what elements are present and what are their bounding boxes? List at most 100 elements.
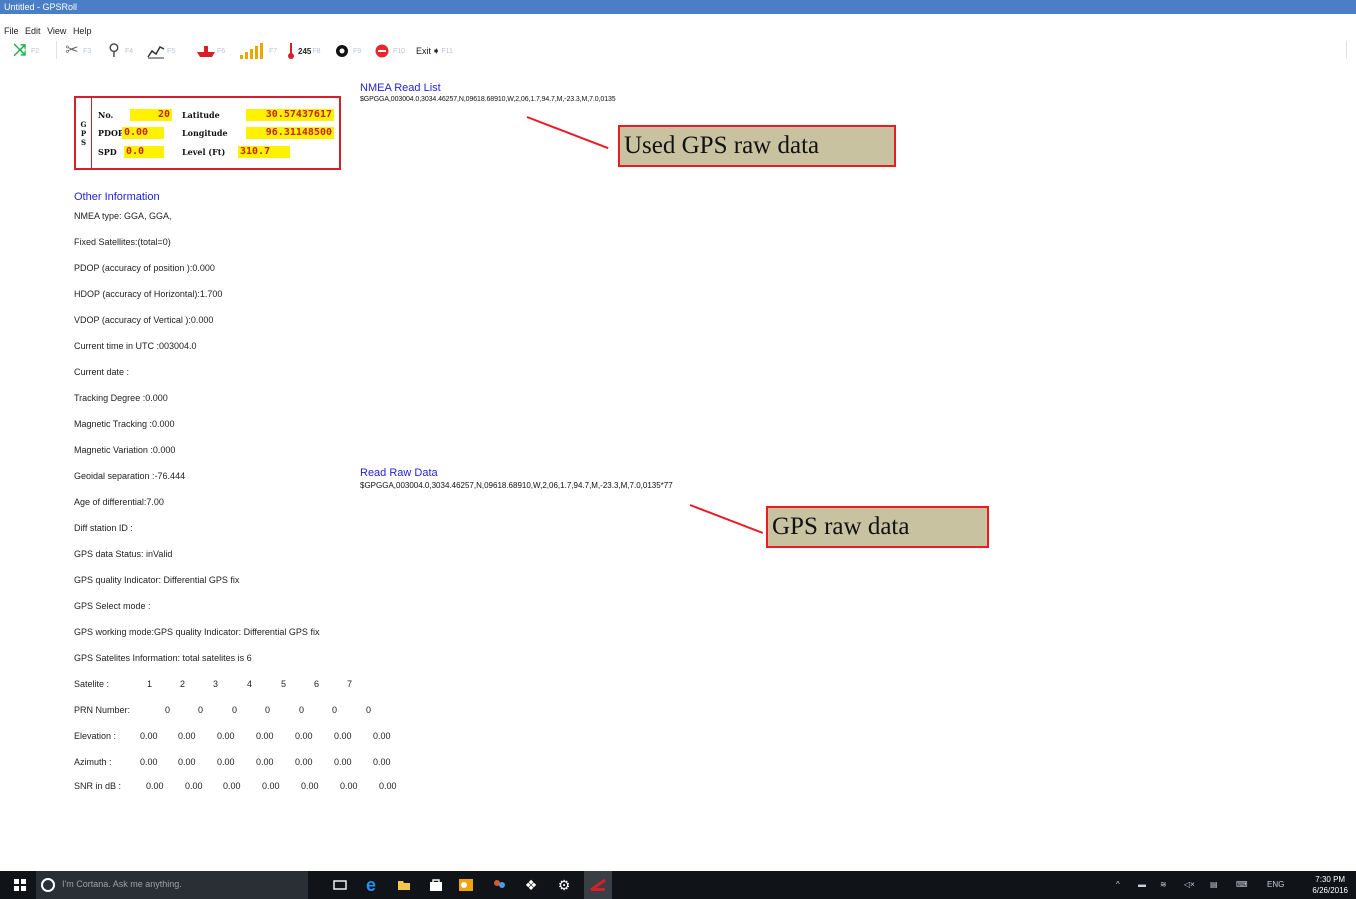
longitude-label: Longitude (182, 128, 228, 138)
signal-button[interactable]: F7 (238, 41, 277, 61)
prn-cell: 0 (232, 705, 238, 715)
snr-cell: 0.00 (185, 781, 203, 791)
chevron-up-icon[interactable]: ^ (1116, 880, 1120, 889)
temperature-value: 245 (298, 46, 312, 56)
keyboard-icon[interactable]: ⌨ (1236, 880, 1248, 889)
window-title-bar[interactable]: Untitled - GPSRoll (0, 0, 1356, 14)
gpsroll-app-icon[interactable] (584, 871, 612, 899)
cortana-search-box[interactable]: I'm Cortana. Ask me anything. (36, 871, 308, 899)
info-line: GPS working mode:GPS quality Indicator: … (74, 627, 320, 637)
volume-icon[interactable]: ◁× (1184, 880, 1195, 889)
settings-gear-icon[interactable]: ⚙ (555, 876, 573, 894)
other-information-title: Other Information (74, 191, 160, 203)
settings-button[interactable]: ✂ F3 (62, 41, 91, 61)
level-label: Level (Ft) (182, 147, 226, 157)
exit-label: Exit (416, 46, 432, 56)
read-raw-data-title: Read Raw Data (360, 467, 438, 479)
azimuth-cell: 0.00 (295, 757, 313, 767)
search-button[interactable]: ⚲ F4 (104, 41, 133, 61)
info-line: GPS Select mode : (74, 601, 151, 611)
azimuth-cell: 0.00 (217, 757, 235, 767)
level-button[interactable]: F6 (196, 41, 225, 61)
ship-icon (196, 41, 216, 61)
gps-panel: G P S No. 20 Latitude 30.57437617 PDOP 0… (74, 96, 341, 170)
info-line: Current time in UTC :003004.0 (74, 341, 197, 351)
info-line: Magnetic Variation :0.000 (74, 445, 176, 455)
nmea-read-list-text: $GPGGA,003004.0,3034.46257,N,09618.68910… (360, 96, 616, 103)
temperature-button[interactable]: 245 F8 (286, 41, 321, 61)
file-explorer-icon[interactable] (395, 876, 413, 894)
network-icon[interactable]: ≋ (1160, 880, 1167, 889)
satelite-cell: 6 (314, 679, 320, 689)
info-line: GPS Satelites Information: total satelit… (74, 653, 252, 663)
shuffle-icon: ⤨ (13, 42, 27, 59)
tools-icon: ✂ (65, 42, 79, 59)
snr-cell: 0.00 (146, 781, 164, 791)
satelite-cell: 5 (281, 679, 287, 689)
snr-cell: 0.00 (340, 781, 358, 791)
magnifier-icon: ⚲ (108, 42, 120, 59)
no-value: 20 (130, 109, 172, 121)
connect-button[interactable]: ⤨ F2 (10, 41, 40, 61)
exit-button[interactable]: Exit ➧ F11 (416, 41, 453, 61)
windows-start-icon[interactable] (14, 879, 26, 891)
clock-time: 7:30 PM (1315, 875, 1346, 884)
line-chart-icon (146, 41, 166, 61)
read-raw-data-text: $GPGGA,003004.0,3034.46257,N,09618.68910… (360, 481, 673, 490)
language-indicator[interactable]: ENG (1267, 880, 1284, 889)
annotation-pointer-line (526, 116, 609, 150)
dropbox-icon[interactable]: ❖ (522, 876, 540, 894)
people-icon[interactable] (490, 876, 508, 894)
satelite-cell: 7 (347, 679, 353, 689)
prn-cell: 0 (165, 705, 171, 715)
menu-file[interactable]: File (4, 26, 19, 36)
pdop-value: 0.00 (122, 127, 164, 139)
snr-label: SNR in dB : (74, 781, 122, 791)
menu-bar: File Edit View Help (0, 24, 95, 38)
gps-side-label: G P S (76, 98, 92, 168)
azimuth-cell: 0.00 (178, 757, 196, 767)
prn-label: PRN Number: (74, 705, 131, 715)
satelite-cell: 1 (147, 679, 153, 689)
snr-cell: 0.00 (379, 781, 397, 791)
azimuth-cell: 0.00 (256, 757, 274, 767)
info-line: VDOP (accuracy of Vertical ):0.000 (74, 315, 214, 325)
chart-button[interactable]: F5 (146, 41, 175, 61)
prn-cell: 0 (198, 705, 204, 715)
azimuth-cell: 0.00 (334, 757, 352, 767)
info-line: Magnetic Tracking :0.000 (74, 419, 175, 429)
thermometer-icon (286, 41, 296, 61)
satelite-cell: 3 (213, 679, 219, 689)
system-clock[interactable]: 7:30 PM 6/26/2016 (1312, 874, 1348, 896)
elevation-cell: 0.00 (178, 731, 196, 741)
toolbar: ⤨ F2 ✂ F3 ⚲ F4 F5 F6 F7 245 F8 F9 F10 Ex… (0, 39, 1356, 63)
annotation-pointer-line (689, 504, 764, 534)
menu-edit[interactable]: Edit (25, 26, 41, 36)
store-icon[interactable] (427, 876, 445, 894)
record-button[interactable]: F9 (332, 41, 361, 61)
info-line: GPS quality Indicator: Differential GPS … (74, 575, 240, 585)
azimuth-cell: 0.00 (373, 757, 391, 767)
notifications-icon[interactable]: ▤ (1210, 880, 1218, 889)
elevation-cell: 0.00 (217, 731, 235, 741)
record-icon (332, 41, 352, 61)
info-line: Age of differential:7.00 (74, 497, 164, 507)
info-line: GPS data Status: inValid (74, 549, 173, 559)
outlook-icon[interactable] (457, 876, 475, 894)
snr-cell: 0.00 (223, 781, 241, 791)
battery-icon[interactable]: ▬ (1138, 880, 1146, 889)
exit-arrow-icon: ➧ (432, 45, 441, 57)
task-view-icon[interactable] (331, 876, 349, 894)
satelite-label: Satelite : (74, 679, 110, 689)
azimuth-label: Azimuth : (74, 757, 112, 767)
snr-cell: 0.00 (301, 781, 319, 791)
window-title: Untitled - GPSRoll (4, 2, 78, 12)
spd-label: SPD (98, 147, 117, 157)
cortana-search-placeholder: I'm Cortana. Ask me anything. (62, 879, 182, 889)
prn-cell: 0 (265, 705, 271, 715)
menu-help[interactable]: Help (73, 26, 92, 36)
menu-view[interactable]: View (47, 26, 66, 36)
edge-browser-icon[interactable]: e (362, 875, 380, 895)
level-value: 310.7 (238, 146, 290, 158)
stop-button[interactable]: F10 (372, 41, 405, 61)
